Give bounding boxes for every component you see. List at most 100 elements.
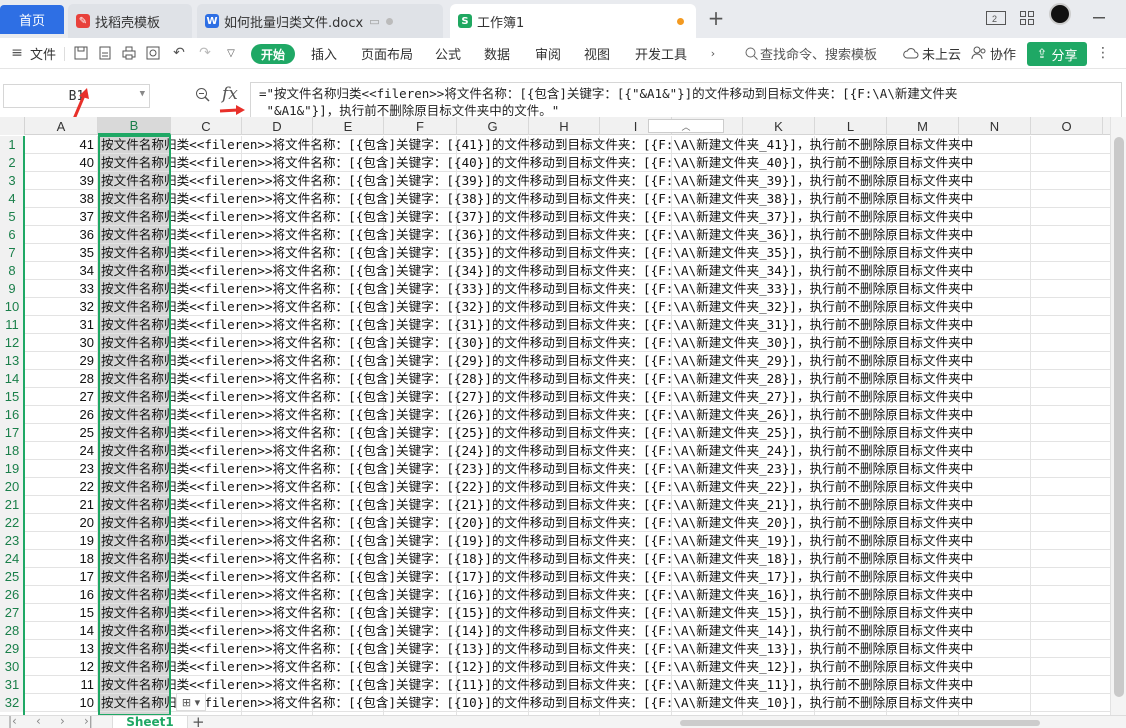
close-dot-icon[interactable] — [385, 17, 393, 25]
paste-options-icon[interactable]: ⊞ ▾ — [176, 693, 206, 711]
add-sheet-button[interactable]: + — [192, 716, 205, 728]
cell-a[interactable]: 17 — [25, 568, 98, 586]
row-header[interactable]: 25 — [0, 568, 25, 586]
share-button[interactable]: ⇪ 分享 — [1027, 42, 1087, 66]
cell-b[interactable]: 按文件名称归类<<fileren>>将文件名称：[{包含]关键字：[{29}]的… — [98, 352, 1110, 370]
vertical-scrollbar[interactable] — [1110, 117, 1126, 715]
row-header[interactable]: 31 — [0, 676, 25, 694]
print-preview-icon[interactable] — [144, 44, 162, 62]
row-header[interactable]: 30 — [0, 658, 25, 676]
undo-icon[interactable]: ↶ — [170, 44, 188, 62]
row-header[interactable]: 24 — [0, 550, 25, 568]
column-header-b[interactable]: B — [98, 117, 171, 135]
cell-b[interactable]: 按文件名称归类<<fileren>>将文件名称：[{包含]关键字：[{24}]的… — [98, 442, 1110, 460]
cell-b[interactable]: 按文件名称归类<<fileren>>将文件名称：[{包含]关键字：[{37}]的… — [98, 208, 1110, 226]
cell-a[interactable]: 14 — [25, 622, 98, 640]
menu-view[interactable]: 视图 — [584, 38, 610, 69]
row-header[interactable]: 1 — [0, 136, 25, 154]
row-header[interactable]: 19 — [0, 460, 25, 478]
menu-file[interactable]: 文件 — [30, 38, 56, 69]
window-layout-icon[interactable]: 2 — [984, 6, 1008, 30]
row-header[interactable]: 29 — [0, 640, 25, 658]
scroll-up-handle[interactable]: ︿ — [648, 119, 724, 133]
cell-b[interactable]: 按文件名称归类<<fileren>>将文件名称：[{包含]关键字：[{26}]的… — [98, 406, 1110, 424]
next-sheet-icon[interactable]: › — [60, 716, 65, 728]
cell-a[interactable]: 13 — [25, 640, 98, 658]
hamburger-menu-icon[interactable]: ≡ — [8, 44, 26, 62]
tab-daoke-templates[interactable]: ✎ 找稻壳模板 — [68, 4, 192, 38]
cell-b[interactable]: 按文件名称归类<<fileren>>将文件名称：[{包含]关键字：[{40}]的… — [98, 154, 1110, 172]
menu-data[interactable]: 数据 — [484, 38, 510, 69]
formula-input[interactable]: ="按文件名称归类<<fileren>>将文件名称：[{包含]关键字：[{"&A… — [250, 82, 1122, 120]
cell-a[interactable]: 12 — [25, 658, 98, 676]
cell-a[interactable]: 25 — [25, 424, 98, 442]
column-header-m[interactable]: M — [887, 117, 959, 135]
new-tab-button[interactable]: + — [704, 6, 728, 30]
row-header[interactable]: 28 — [0, 622, 25, 640]
cell-b[interactable]: 按文件名称归类<<fileren>>将文件名称：[{包含]关键字：[{38}]的… — [98, 190, 1110, 208]
row-header[interactable]: 5 — [0, 208, 25, 226]
row-header[interactable]: 4 — [0, 190, 25, 208]
row-header[interactable]: 9 — [0, 280, 25, 298]
cell-b[interactable]: 按文件名称归类<<fileren>>将文件名称：[{包含]关键字：[{34}]的… — [98, 262, 1110, 280]
row-header[interactable]: 11 — [0, 316, 25, 334]
row-header[interactable]: 26 — [0, 586, 25, 604]
quick-access-dropdown-icon[interactable]: ▽ — [222, 44, 240, 62]
menu-page-layout[interactable]: 页面布局 — [361, 38, 413, 69]
cell-a[interactable]: 11 — [25, 676, 98, 694]
cell-a[interactable]: 23 — [25, 460, 98, 478]
cell-a[interactable]: 37 — [25, 208, 98, 226]
tab-home[interactable]: 首页 — [0, 5, 64, 34]
cell-b[interactable]: 按文件名称归类<<fileren>>将文件名称：[{包含]关键字：[{27}]的… — [98, 388, 1110, 406]
cell-a[interactable]: 33 — [25, 280, 98, 298]
cell-a[interactable]: 30 — [25, 334, 98, 352]
cell-b[interactable]: 按文件名称归类<<fileren>>将文件名称：[{包含]关键字：[{33}]的… — [98, 280, 1110, 298]
cell-a[interactable]: 40 — [25, 154, 98, 172]
row-header[interactable]: 13 — [0, 352, 25, 370]
column-header-g[interactable]: G — [457, 117, 529, 135]
command-search-input[interactable]: 查找命令、搜索模板 — [760, 38, 877, 69]
cell-b[interactable]: 按文件名称归类<<fileren>>将文件名称：[{包含]关键字：[{35}]的… — [98, 244, 1110, 262]
cell-b[interactable]: 按文件名称归类<<fileren>>将文件名称：[{包含]关键字：[{32}]的… — [98, 298, 1110, 316]
cell-b[interactable]: 按文件名称归类<<fileren>>将文件名称：[{包含]关键字：[{21}]的… — [98, 496, 1110, 514]
cell-a[interactable]: 39 — [25, 172, 98, 190]
cell-a[interactable]: 26 — [25, 406, 98, 424]
apps-grid-icon[interactable] — [1015, 6, 1039, 30]
cell-a[interactable]: 18 — [25, 550, 98, 568]
cell-b[interactable]: 按文件名称归类<<fileren>>将文件名称：[{包含]关键字：[{13}]的… — [98, 640, 1110, 658]
row-header[interactable]: 7 — [0, 244, 25, 262]
cell-a[interactable]: 41 — [25, 136, 98, 154]
row-header[interactable]: 17 — [0, 424, 25, 442]
cell-b[interactable]: 按文件名称归类<<fileren>>将文件名称：[{包含]关键字：[{15}]的… — [98, 604, 1110, 622]
cell-a[interactable]: 34 — [25, 262, 98, 280]
row-header[interactable]: 6 — [0, 226, 25, 244]
row-header[interactable]: 10 — [0, 298, 25, 316]
row-header[interactable]: 15 — [0, 388, 25, 406]
row-header[interactable]: 2 — [0, 154, 25, 172]
cell-b[interactable]: 按文件名称归类<<fileren>>将文件名称：[{包含]关键字：[{12}]的… — [98, 658, 1110, 676]
cell-a[interactable]: 22 — [25, 478, 98, 496]
first-sheet-icon[interactable]: |‹ — [8, 716, 17, 728]
menu-insert[interactable]: 插入 — [311, 38, 337, 69]
redo-icon[interactable]: ↷ — [196, 44, 214, 62]
cell-a[interactable]: 32 — [25, 298, 98, 316]
cell-b[interactable]: 按文件名称归类<<fileren>>将文件名称：[{包含]关键字：[{20}]的… — [98, 514, 1110, 532]
row-header[interactable]: 8 — [0, 262, 25, 280]
row-header[interactable]: 16 — [0, 406, 25, 424]
row-header[interactable]: 32 — [0, 694, 25, 712]
spreadsheet-grid[interactable]: ABCDEFGHIJKLMNO 141按文件名称归类<<fileren>>将文件… — [0, 117, 1110, 715]
cell-a[interactable]: 38 — [25, 190, 98, 208]
cell-a[interactable]: 20 — [25, 514, 98, 532]
cell-a[interactable]: 28 — [25, 370, 98, 388]
cell-a[interactable]: 16 — [25, 586, 98, 604]
cell-b[interactable]: 按文件名称归类<<fileren>>将文件名称：[{包含]关键字：[{28}]的… — [98, 370, 1110, 388]
cell-a[interactable]: 15 — [25, 604, 98, 622]
vertical-scrollbar-thumb[interactable] — [1114, 137, 1124, 697]
row-header[interactable]: 23 — [0, 532, 25, 550]
column-header-d[interactable]: D — [242, 117, 313, 135]
row-header[interactable]: 20 — [0, 478, 25, 496]
collab-button[interactable]: 协作 — [990, 38, 1016, 69]
cell-a[interactable]: 29 — [25, 352, 98, 370]
cell-b[interactable]: 按文件名称归类<<fileren>>将文件名称：[{包含]关键字：[{17}]的… — [98, 568, 1110, 586]
cell-a[interactable]: 31 — [25, 316, 98, 334]
